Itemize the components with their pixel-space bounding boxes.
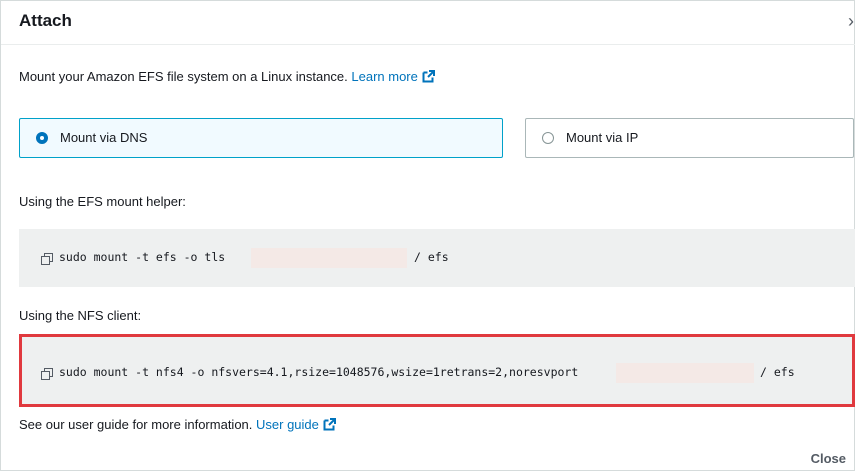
helper-section-label: Using the EFS mount helper: [19, 194, 186, 209]
redacted-dns-name [251, 248, 407, 268]
footer-description: See our user guide for more information. [19, 417, 257, 432]
redacted-dns-name [616, 363, 754, 383]
radio-unselected-icon[interactable] [542, 132, 554, 144]
close-modal-icon[interactable]: › [848, 11, 854, 32]
helper-command-prefix: sudo mount -t efs -o tls [59, 250, 226, 264]
mount-via-dns-option[interactable]: Mount via DNS [19, 118, 503, 158]
intro-description: Mount your Amazon EFS file system on a L… [19, 69, 352, 84]
modal-title: Attach [19, 11, 72, 30]
external-link-icon[interactable] [422, 70, 435, 86]
user-guide-link[interactable]: User guide [256, 417, 319, 432]
mount-via-ip-label: Mount via IP [566, 130, 639, 145]
helper-command-box: sudo mount -t efs -o tls / efs [19, 229, 855, 287]
copy-icon[interactable] [41, 252, 53, 265]
external-link-icon[interactable] [323, 418, 336, 434]
mount-via-ip-option[interactable]: Mount via IP [525, 118, 854, 158]
copy-icon[interactable] [41, 367, 53, 380]
nfs-command-prefix: sudo mount -t nfs4 -o nfsvers=4.1,rsize=… [59, 365, 579, 379]
nfs-command-suffix: / efs [760, 365, 795, 379]
radio-selected-icon[interactable] [36, 132, 48, 144]
nfs-section-label: Using the NFS client: [19, 308, 142, 323]
nfs-command-box: sudo mount -t nfs4 -o nfsvers=4.1,rsize=… [19, 334, 855, 407]
intro-text: Mount your Amazon EFS file system on a L… [19, 69, 435, 86]
helper-command-suffix: / efs [414, 250, 449, 264]
modal-header: Attach › [1, 1, 855, 45]
close-button[interactable]: Close [811, 451, 846, 466]
mount-via-dns-label: Mount via DNS [60, 130, 148, 145]
learn-more-link[interactable]: Learn more [351, 69, 417, 84]
footer-text: See our user guide for more information.… [19, 417, 336, 434]
attach-modal: Attach › Mount your Amazon EFS file syst… [0, 0, 855, 471]
